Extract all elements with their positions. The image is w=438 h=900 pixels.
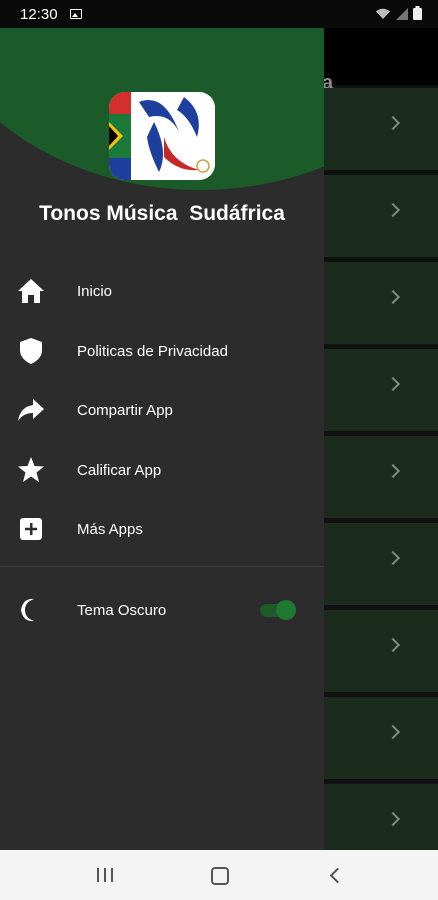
moon-icon — [16, 595, 46, 625]
menu-item-label: Más Apps — [77, 520, 143, 538]
chevron-right-icon — [385, 376, 401, 392]
chevron-right-icon — [385, 115, 401, 131]
menu-item-label: Inicio — [77, 282, 113, 300]
list-item[interactable] — [324, 175, 438, 257]
home-button[interactable] — [211, 867, 229, 885]
image-icon — [70, 9, 82, 19]
menu-item-mas-apps[interactable]: Más Apps — [0, 504, 324, 554]
wifi-icon — [375, 7, 391, 25]
list-item[interactable] — [324, 262, 438, 344]
chevron-right-icon — [385, 637, 401, 653]
chevron-right-icon — [385, 724, 401, 740]
list-item[interactable] — [324, 610, 438, 692]
list-item[interactable] — [324, 436, 438, 518]
recents-button[interactable] — [97, 868, 113, 882]
chevron-right-icon — [385, 463, 401, 479]
star-icon — [16, 455, 46, 485]
menu-item-label: Tema Oscuro — [77, 601, 167, 619]
signal-icon — [395, 7, 409, 25]
menu-item-label: Calificar App — [77, 461, 162, 479]
list-item[interactable] — [324, 349, 438, 431]
menu-item-label: Compartir App — [77, 401, 173, 419]
battery-icon — [413, 6, 422, 25]
menu-item-inicio[interactable]: Inicio — [0, 266, 324, 316]
menu-item-compartir[interactable]: Compartir App — [0, 385, 324, 435]
shield-icon — [16, 336, 46, 366]
dark-theme-toggle[interactable] — [258, 600, 296, 620]
divider — [0, 566, 324, 567]
list-item[interactable] — [324, 523, 438, 605]
chevron-right-icon — [385, 289, 401, 305]
app-logo-icon — [109, 92, 215, 180]
share-icon — [16, 395, 46, 425]
chevron-right-icon — [385, 811, 401, 827]
add-box-icon — [16, 514, 46, 544]
toggle-thumb — [276, 600, 296, 620]
chevron-right-icon — [385, 202, 401, 218]
menu-item-privacidad[interactable]: Politicas de Privacidad — [0, 326, 324, 376]
system-navigation-bar — [0, 850, 438, 900]
list-item[interactable] — [324, 784, 438, 850]
chevron-right-icon — [385, 550, 401, 566]
home-icon — [16, 276, 46, 306]
status-bar: 12:30 — [0, 0, 438, 28]
navigation-drawer: Tonos Música Sudáfrica Inicio Politicas … — [0, 0, 324, 850]
app-name: Tonos Música Sudáfrica — [39, 202, 285, 225]
back-button[interactable] — [329, 867, 346, 884]
menu-item-calificar[interactable]: Calificar App — [0, 445, 324, 495]
status-time: 12:30 — [20, 6, 58, 23]
list-item[interactable] — [324, 697, 438, 779]
menu-item-label: Politicas de Privacidad — [77, 342, 228, 360]
list-item[interactable] — [324, 88, 438, 170]
